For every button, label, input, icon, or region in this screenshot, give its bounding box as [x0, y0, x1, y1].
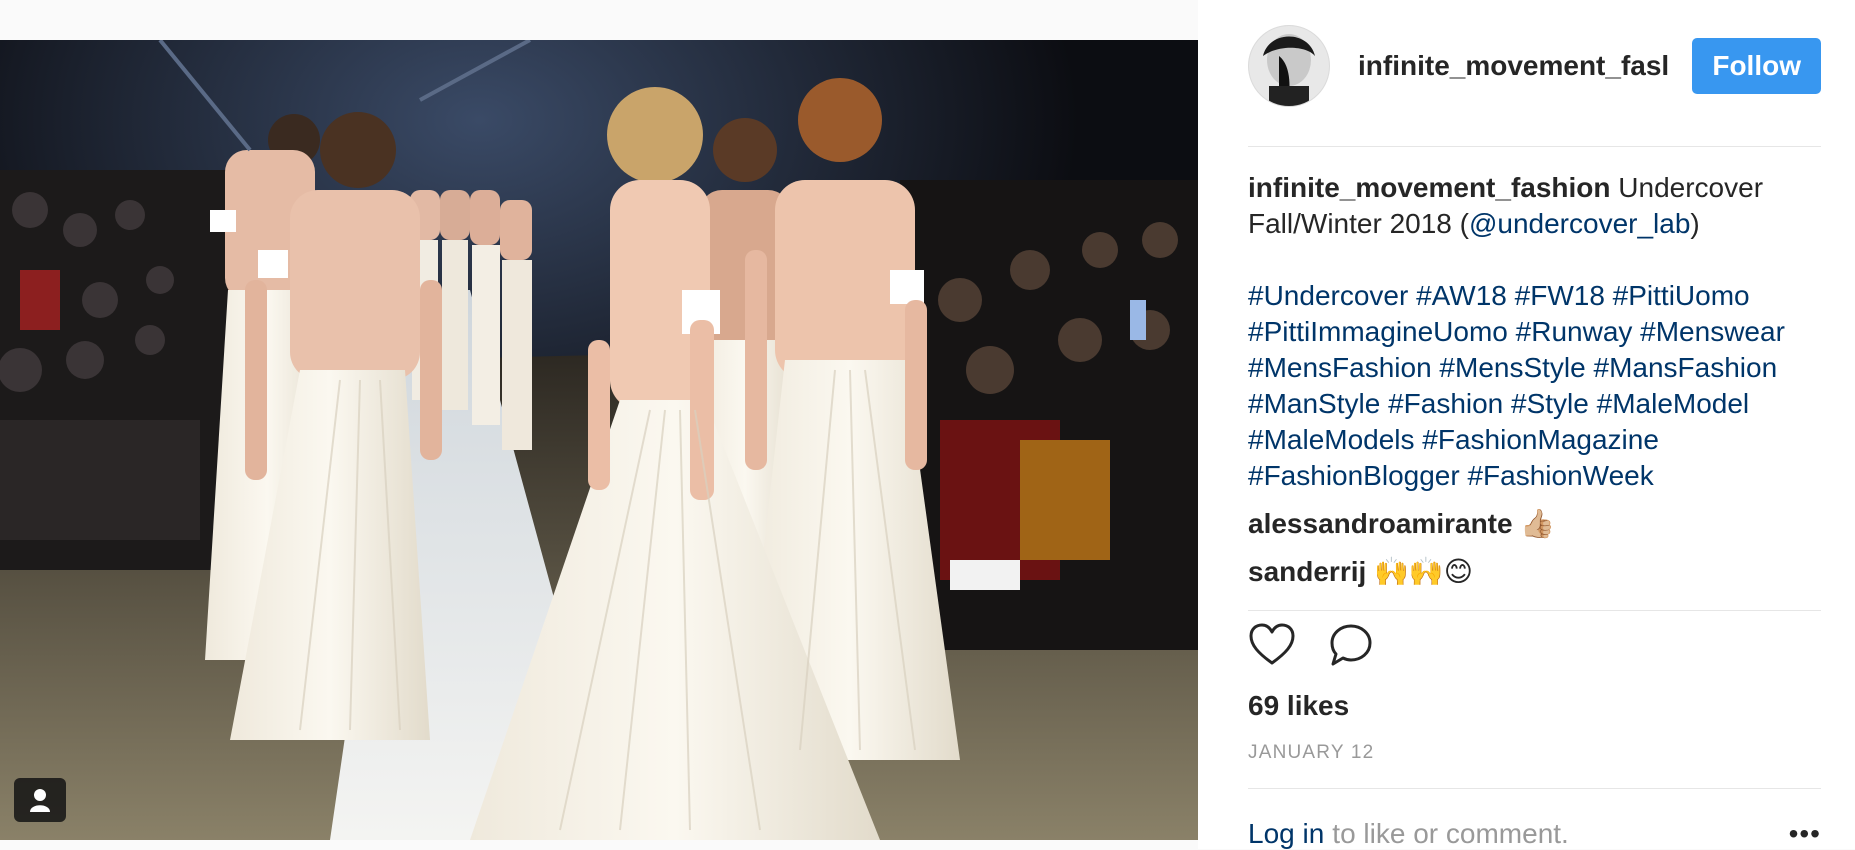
- comment: sanderrij 🙌🙌😊: [1248, 554, 1821, 590]
- post-date[interactable]: JANUARY 12: [1248, 742, 1374, 764]
- avatar[interactable]: [1248, 25, 1330, 107]
- post-header: infinite_movement_fasl Follow: [1248, 24, 1821, 108]
- divider: [1248, 788, 1821, 789]
- comment-icon[interactable]: [1328, 622, 1374, 668]
- heart-icon[interactable]: [1248, 623, 1296, 667]
- comment-username[interactable]: alessandroamirante: [1248, 508, 1513, 539]
- like-count[interactable]: 69 likes: [1248, 690, 1349, 722]
- caption-text-end: ): [1690, 208, 1700, 239]
- post-side-panel: infinite_movement_fasl Follow infinite_m…: [1198, 0, 1855, 849]
- comment-text: 👍🏼: [1520, 508, 1556, 539]
- mention-link[interactable]: @undercover_lab: [1469, 208, 1690, 239]
- caption-username[interactable]: infinite_movement_fashion: [1248, 172, 1611, 203]
- caption: infinite_movement_fashion Undercover Fal…: [1248, 170, 1821, 242]
- hashtags[interactable]: #Undercover #AW18 #FW18 #PittiUomo #Pitt…: [1248, 278, 1821, 494]
- post-media: [0, 0, 1198, 849]
- login-prompt: Log in to like or comment. •••: [1248, 818, 1821, 850]
- login-link[interactable]: Log in: [1248, 818, 1324, 850]
- post-photo[interactable]: [0, 40, 1198, 840]
- divider: [1248, 146, 1821, 147]
- runway-photo: [0, 40, 1198, 840]
- user-tag-icon: [30, 789, 50, 812]
- comment-text: 🙌🙌😊: [1374, 556, 1473, 587]
- avatar-image: [1249, 26, 1329, 106]
- user-tag-button[interactable]: [14, 778, 66, 822]
- divider: [1248, 610, 1821, 611]
- login-text: to like or comment.: [1332, 818, 1569, 849]
- post-actions: [1248, 622, 1374, 668]
- comment: alessandroamirante 👍🏼: [1248, 506, 1821, 542]
- follow-button[interactable]: Follow: [1692, 38, 1821, 94]
- header-username[interactable]: infinite_movement_fasl: [1358, 50, 1668, 82]
- comments-section: infinite_movement_fashion Undercover Fal…: [1248, 170, 1821, 590]
- more-options-icon[interactable]: •••: [1789, 818, 1821, 850]
- comment-username[interactable]: sanderrij: [1248, 556, 1366, 587]
